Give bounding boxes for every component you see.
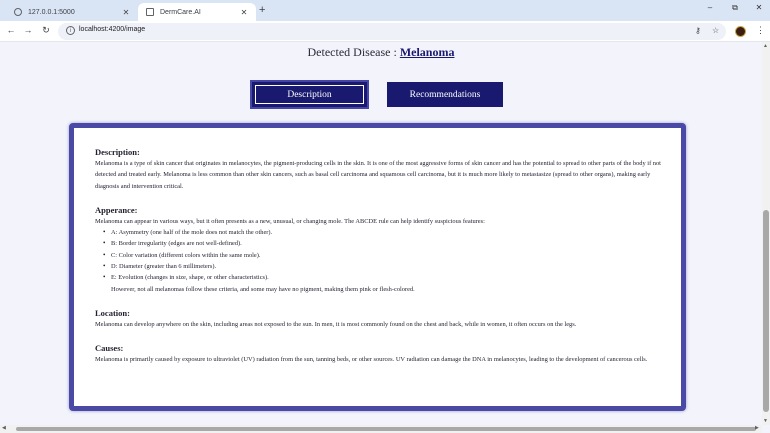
minimize-button[interactable]: – (700, 3, 720, 12)
forward-button[interactable]: → (21, 25, 35, 35)
list-item: C: Color variation (different colors wit… (103, 250, 665, 262)
restore-button[interactable]: ⧉ (725, 3, 745, 13)
section-title-location: Location: (95, 307, 130, 318)
description-card: Description: Melanoma is a type of skin … (69, 123, 686, 411)
page-icon (146, 8, 154, 16)
scroll-right-arrow-icon[interactable]: ▶ (755, 425, 759, 431)
description-button[interactable]: Description (252, 82, 367, 107)
section-title-causes: Causes: (95, 343, 124, 354)
horizontal-scroll-thumb[interactable] (16, 427, 756, 431)
section-title-description: Description: (95, 147, 140, 157)
close-tab-icon[interactable]: ✕ (238, 8, 250, 17)
profile-avatar[interactable] (735, 26, 746, 37)
appearance-note: However, not all melanomas follow these … (111, 285, 415, 293)
description-button-label: Description (255, 85, 364, 104)
bookmark-star-icon[interactable]: ☆ (712, 26, 719, 35)
menu-kebab-icon[interactable]: ⋮ (756, 25, 765, 36)
detected-disease-name: Melanoma (399, 45, 455, 59)
globe-icon (14, 8, 22, 16)
tab-title: 127.0.0.1:5000 (28, 8, 75, 16)
new-tab-button[interactable]: + (259, 4, 265, 16)
scroll-up-arrow-icon[interactable]: ▲ (763, 43, 768, 49)
close-window-button[interactable]: ✕ (749, 3, 769, 12)
page-title: Detected Disease : Melanoma (0, 45, 762, 60)
causes-text: Melanoma is primarily caused by exposure… (95, 356, 648, 364)
tab-title: DermCare.AI (160, 8, 201, 16)
description-text: Melanoma is a type of skin cancer that o… (95, 160, 661, 190)
scroll-down-arrow-icon[interactable]: ▼ (763, 418, 768, 424)
browser-toolbar: ← → ↻ i localhost:4200/image ⚷ ☆ (0, 21, 770, 42)
list-item: B: Border irregularity (edges are not we… (103, 238, 665, 250)
vertical-scroll-thumb[interactable] (763, 210, 769, 412)
heading-prefix: Detected Disease : (307, 45, 400, 59)
url-text[interactable]: localhost:4200/image (79, 26, 145, 33)
list-item: E: Evolution (changes in size, shape, or… (103, 272, 665, 284)
password-key-icon[interactable]: ⚷ (695, 26, 701, 35)
scroll-left-arrow-icon[interactable]: ◀ (2, 425, 6, 431)
recommendations-button[interactable]: Recommendations (387, 82, 503, 107)
appearance-intro: Melanoma can appear in various ways, but… (95, 217, 485, 225)
list-item: A: Asymmetry (one half of the mole does … (103, 227, 665, 239)
location-text: Melanoma can develop anywhere on the ski… (95, 320, 577, 328)
page-viewport: Detected Disease : Melanoma Description … (0, 42, 762, 425)
abcde-list: A: Asymmetry (one half of the mole does … (103, 227, 665, 284)
browser-tab-strip: 127.0.0.1:5000 ✕ DermCare.AI ✕ + – ⧉ ✕ (0, 0, 770, 21)
horizontal-scrollbar[interactable]: ◀ ▶ (0, 425, 762, 433)
close-tab-icon[interactable]: ✕ (120, 8, 132, 17)
tab-localhost-5000[interactable]: 127.0.0.1:5000 ✕ (6, 3, 138, 21)
section-title-appearance: Apperance: (95, 204, 138, 215)
address-bar[interactable]: i localhost:4200/image (58, 23, 726, 40)
site-info-icon[interactable]: i (66, 26, 75, 35)
tab-dermcare[interactable]: DermCare.AI ✕ (138, 3, 256, 21)
vertical-scrollbar[interactable]: ▲ ▼ (762, 42, 770, 425)
back-button[interactable]: ← (4, 25, 18, 35)
list-item: D: Diameter (greater than 6 millimeters)… (103, 261, 665, 273)
reload-button[interactable]: ↻ (39, 25, 53, 36)
description-content: Description: Melanoma is a type of skin … (95, 146, 665, 366)
